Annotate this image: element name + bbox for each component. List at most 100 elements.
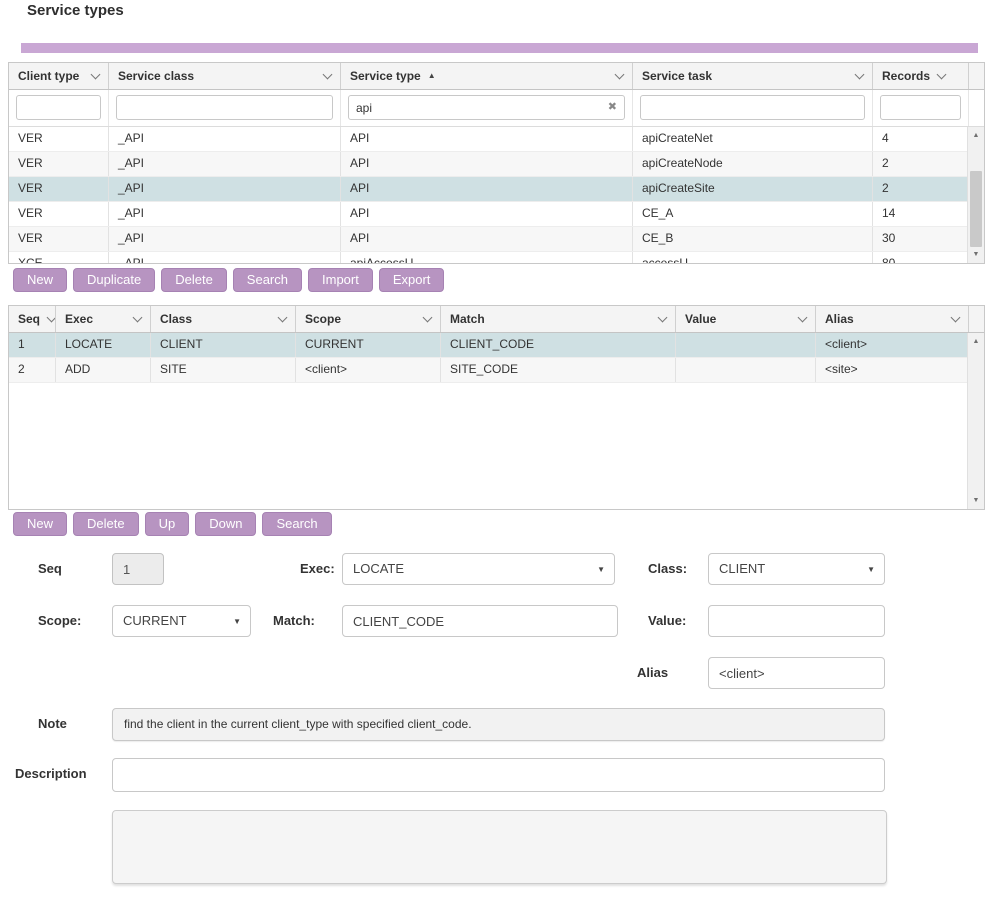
filter-row: ✖ xyxy=(9,90,984,127)
chevron-down-icon[interactable] xyxy=(615,69,625,79)
dropdown-arrow-icon: ▼ xyxy=(597,566,605,574)
chevron-down-icon[interactable] xyxy=(951,312,961,322)
column-header-client-type[interactable]: Client type xyxy=(9,63,109,89)
column-header-value[interactable]: Value xyxy=(676,306,816,332)
class-label: Class: xyxy=(648,561,687,576)
chevron-down-icon[interactable] xyxy=(323,69,333,79)
filter-cell xyxy=(873,90,969,126)
cell-records: 80 xyxy=(873,252,967,263)
cell-value xyxy=(676,333,816,357)
column-header-class[interactable]: Class xyxy=(151,306,296,332)
cell-seq: 1 xyxy=(9,333,56,357)
table-row[interactable]: XCE _API apiAccessU accessU 80 xyxy=(9,252,967,263)
chevron-down-icon[interactable] xyxy=(91,69,101,79)
cell-service-task: accessU xyxy=(633,252,873,263)
steps-table-body: 1 LOCATE CLIENT CURRENT CLIENT_CODE <cli… xyxy=(9,333,984,509)
cell-scope: CURRENT xyxy=(296,333,441,357)
column-label: Class xyxy=(160,312,192,326)
match-input[interactable] xyxy=(342,605,618,637)
table-row[interactable]: VER _API API CE_A 14 xyxy=(9,202,967,227)
delete-button[interactable]: Delete xyxy=(161,268,227,292)
filter-cell xyxy=(633,90,873,126)
value-input[interactable] xyxy=(708,605,885,637)
up-button[interactable]: Up xyxy=(145,512,190,536)
delete-button[interactable]: Delete xyxy=(73,512,139,536)
service-toolbar: New Duplicate Delete Search Import Expor… xyxy=(13,268,444,292)
table-row-selected[interactable]: 1 LOCATE CLIENT CURRENT CLIENT_CODE <cli… xyxy=(9,333,967,358)
cell-service-type: API xyxy=(341,177,633,201)
cell-client-type: XCE xyxy=(9,252,109,263)
new-button[interactable]: New xyxy=(13,512,67,536)
cell-class: CLIENT xyxy=(151,333,296,357)
chevron-down-icon[interactable] xyxy=(937,69,947,79)
alias-input[interactable] xyxy=(708,657,885,689)
service-type-filter-input[interactable] xyxy=(348,95,625,120)
cell-service-task: apiCreateSite xyxy=(633,177,873,201)
search-button[interactable]: Search xyxy=(233,268,302,292)
column-label: Seq xyxy=(18,312,40,326)
scroll-up-icon[interactable]: ▲ xyxy=(968,128,984,143)
duplicate-button[interactable]: Duplicate xyxy=(73,268,155,292)
note-label: Note xyxy=(38,716,67,731)
exec-select-value: LOCATE xyxy=(353,561,404,576)
import-button[interactable]: Import xyxy=(308,268,373,292)
service-task-filter-input[interactable] xyxy=(640,95,865,120)
column-header-records[interactable]: Records xyxy=(873,63,969,89)
table-row[interactable]: VER _API API CE_B 30 xyxy=(9,227,967,252)
steps-toolbar: New Delete Up Down Search xyxy=(13,512,332,536)
filter-spacer xyxy=(969,90,984,126)
scope-select[interactable]: CURRENT ▼ xyxy=(112,605,251,637)
description-input[interactable] xyxy=(112,758,885,792)
scroll-down-icon[interactable]: ▼ xyxy=(968,247,984,262)
column-header-match[interactable]: Match xyxy=(441,306,676,332)
new-button[interactable]: New xyxy=(13,268,67,292)
column-header-exec[interactable]: Exec xyxy=(56,306,151,332)
chevron-down-icon[interactable] xyxy=(423,312,433,322)
cell-service-class: _API xyxy=(109,202,341,226)
column-label: Exec xyxy=(65,312,93,326)
chevron-down-icon[interactable] xyxy=(133,312,143,322)
cell-match: CLIENT_CODE xyxy=(441,333,676,357)
scope-select-value: CURRENT xyxy=(123,613,187,628)
chevron-down-icon[interactable] xyxy=(278,312,288,322)
exec-select[interactable]: LOCATE ▼ xyxy=(342,553,615,585)
column-header-service-task[interactable]: Service task xyxy=(633,63,873,89)
table-row-selected[interactable]: VER _API API apiCreateSite 2 xyxy=(9,177,967,202)
exec-steps-table: Seq Exec Class Scope Match Value xyxy=(8,305,985,510)
scroll-down-icon[interactable]: ▼ xyxy=(968,493,984,508)
column-header-service-type[interactable]: Service type ▲ xyxy=(341,63,633,89)
vertical-scrollbar[interactable]: ▲ ▼ xyxy=(967,127,984,263)
cell-records: 30 xyxy=(873,227,967,251)
filter-cell: ✖ xyxy=(341,90,633,126)
sort-ascending-icon: ▲ xyxy=(428,72,436,80)
column-header-alias[interactable]: Alias xyxy=(816,306,969,332)
records-filter-input[interactable] xyxy=(880,95,961,120)
scrollbar-thumb[interactable] xyxy=(970,171,982,247)
chevron-down-icon[interactable] xyxy=(47,312,56,322)
service-class-filter-input[interactable] xyxy=(116,95,333,120)
column-header-seq[interactable]: Seq xyxy=(9,306,56,332)
vertical-scrollbar[interactable]: ▲ ▼ xyxy=(967,333,984,509)
clear-filter-icon[interactable]: ✖ xyxy=(608,100,617,115)
table-row[interactable]: 2 ADD SITE <client> SITE_CODE <site> xyxy=(9,358,967,383)
rows-container: VER _API API apiCreateNet 4 VER _API API… xyxy=(9,127,967,263)
notes-textarea xyxy=(112,810,887,884)
cell-client-type: VER xyxy=(9,202,109,226)
class-select[interactable]: CLIENT ▼ xyxy=(708,553,885,585)
export-button[interactable]: Export xyxy=(379,268,445,292)
chevron-down-icon[interactable] xyxy=(798,312,808,322)
dropdown-arrow-icon: ▼ xyxy=(233,618,241,626)
down-button[interactable]: Down xyxy=(195,512,256,536)
column-header-scope[interactable]: Scope xyxy=(296,306,441,332)
table-row[interactable]: VER _API API apiCreateNode 2 xyxy=(9,152,967,177)
scroll-up-icon[interactable]: ▲ xyxy=(968,334,984,349)
chevron-down-icon[interactable] xyxy=(855,69,865,79)
value-label: Value: xyxy=(648,613,686,628)
chevron-down-icon[interactable] xyxy=(658,312,668,322)
search-button[interactable]: Search xyxy=(262,512,331,536)
column-label: Client type xyxy=(18,69,79,83)
table-row[interactable]: VER _API API apiCreateNet 4 xyxy=(9,127,967,152)
column-label: Scope xyxy=(305,312,341,326)
client-type-filter-input[interactable] xyxy=(16,95,101,120)
column-header-service-class[interactable]: Service class xyxy=(109,63,341,89)
